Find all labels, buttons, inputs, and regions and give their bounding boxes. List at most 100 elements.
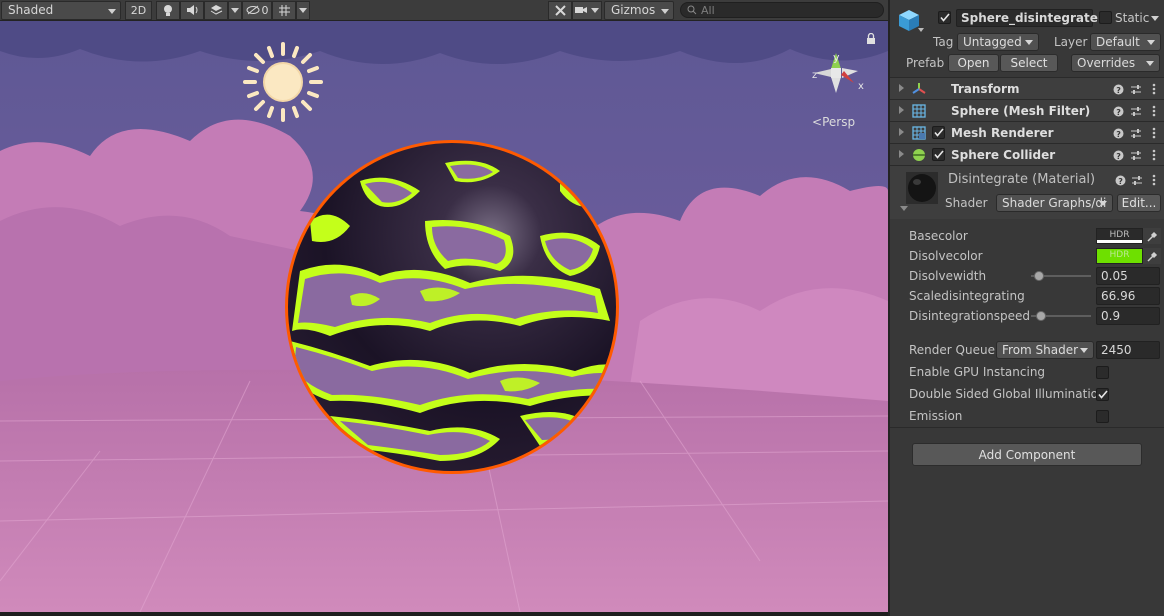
component-header-mesh-filter[interactable]: Sphere (Mesh Filter) ? <box>890 99 1164 121</box>
disolvecolor-swatch[interactable]: HDR <box>1096 248 1143 264</box>
checkmark-icon <box>933 150 944 159</box>
disintegrationspeed-value: 0.9 <box>1101 309 1121 323</box>
hidden-objects-toggle[interactable]: 0 <box>242 0 272 20</box>
layer-value: Default <box>1096 35 1140 49</box>
disintegrating-sphere[interactable] <box>285 140 620 474</box>
kebab-menu-icon[interactable] <box>1148 173 1160 187</box>
svg-text:?: ? <box>1116 152 1121 161</box>
disolvecolor-picker[interactable] <box>1143 248 1161 264</box>
kebab-menu-icon[interactable] <box>1148 126 1160 140</box>
component-header-sphere-collider[interactable]: Sphere Collider ? <box>890 143 1164 165</box>
camera-settings-dropdown[interactable] <box>572 0 602 20</box>
gpu-instancing-checkbox[interactable] <box>1096 366 1109 379</box>
audio-toggle-button[interactable] <box>180 0 204 20</box>
help-icon[interactable]: ? <box>1112 104 1124 118</box>
icon-dropdown-chevron-icon[interactable] <box>918 28 924 32</box>
prefab-open-button[interactable]: Open <box>948 54 999 72</box>
help-icon[interactable]: ? <box>1112 82 1124 96</box>
preset-sliders-icon[interactable] <box>1130 126 1142 140</box>
emission-checkbox[interactable] <box>1096 410 1109 423</box>
checkmark-icon <box>1097 390 1108 399</box>
prefab-select-button[interactable]: Select <box>1000 54 1058 72</box>
directional-light-icon[interactable] <box>243 42 323 122</box>
projection-toggle[interactable]: <Persp <box>812 115 855 129</box>
grid-toggle-button[interactable] <box>272 0 296 20</box>
kebab-menu-icon[interactable] <box>1148 104 1160 118</box>
object-name-text: Sphere_disintegrate <box>961 11 1098 25</box>
help-icon[interactable]: ? <box>1112 148 1124 162</box>
prefab-overrides-dropdown[interactable]: Overrides <box>1071 54 1160 72</box>
shader-edit-label: Edit... <box>1121 196 1157 210</box>
toggle-2d-label: 2D <box>130 3 147 17</box>
effects-toggle-button[interactable] <box>204 0 228 20</box>
preset-sliders-icon[interactable] <box>1130 82 1142 96</box>
disintegrationspeed-slider[interactable] <box>1031 307 1091 325</box>
active-checkbox[interactable] <box>938 11 951 24</box>
basecolor-label: Basecolor <box>909 229 968 243</box>
grid-dropdown[interactable] <box>296 0 310 20</box>
gizmo-center-cube[interactable] <box>831 68 841 78</box>
preset-sliders-icon[interactable] <box>1130 148 1142 162</box>
static-checkbox[interactable] <box>1099 11 1112 24</box>
toggle-2d-button[interactable]: 2D <box>125 0 152 20</box>
static-dropdown-chevron-icon[interactable] <box>1151 16 1159 21</box>
render-queue-label: Render Queue <box>909 343 995 357</box>
object-name-input[interactable]: Sphere_disintegrate <box>956 9 1098 27</box>
foldout-arrow-icon[interactable] <box>899 84 904 92</box>
grid-icon <box>278 4 290 16</box>
material-title: Disintegrate (Material) <box>948 172 1096 187</box>
foldout-arrow-icon[interactable] <box>899 150 904 158</box>
scene-search-input[interactable]: All <box>680 2 884 18</box>
tag-dropdown[interactable]: Untagged <box>957 33 1039 51</box>
basecolor-swatch[interactable]: HDR <box>1096 228 1143 244</box>
effects-layers-icon <box>210 5 222 15</box>
mesh-renderer-enabled-checkbox[interactable] <box>932 126 945 139</box>
kebab-menu-icon[interactable] <box>1148 82 1160 96</box>
preset-sliders-icon[interactable] <box>1130 104 1142 118</box>
tools-icon <box>554 4 566 16</box>
sphere-collider-enabled-checkbox[interactable] <box>932 148 945 161</box>
gizmos-dropdown[interactable]: Gizmos <box>604 0 674 20</box>
help-icon[interactable]: ? <box>1112 126 1124 140</box>
effects-dropdown[interactable] <box>228 0 242 20</box>
render-queue-input[interactable]: 2450 <box>1096 341 1160 359</box>
component-name: Sphere (Mesh Filter) <box>951 104 1091 118</box>
basecolor-picker[interactable] <box>1143 228 1161 244</box>
component-header-mesh-renderer[interactable]: Mesh Renderer ? <box>890 121 1164 143</box>
chevron-down-icon <box>1080 348 1088 353</box>
scaledisintegrating-input[interactable]: 66.96 <box>1096 287 1160 305</box>
add-component-button[interactable]: Add Component <box>912 443 1142 466</box>
prefab-select-label: Select <box>1010 56 1048 70</box>
component-header-transform[interactable]: Transform ? <box>890 77 1164 99</box>
disintegrationspeed-input[interactable]: 0.9 <box>1096 307 1160 325</box>
foldout-arrow-icon[interactable] <box>899 128 904 136</box>
foldout-arrow-icon[interactable] <box>899 106 904 114</box>
shader-dropdown[interactable]: Shader Graphs/di <box>996 194 1113 212</box>
scene-viewport[interactable]: y z x <box>0 21 888 612</box>
disolvewidth-slider[interactable] <box>1031 267 1091 285</box>
material-preview-sphere <box>906 172 938 204</box>
scene-view[interactable]: Shaded 2D 0 Gizmos All y z x <Persp <box>0 0 888 616</box>
render-queue-dropdown[interactable]: From Shader <box>996 341 1094 359</box>
scene-tools-button[interactable] <box>548 0 572 20</box>
disolvewidth-input[interactable]: 0.05 <box>1096 267 1160 285</box>
shader-edit-button[interactable]: Edit... <box>1117 194 1161 212</box>
preset-sliders-icon[interactable] <box>1131 173 1143 187</box>
material-foldout-icon[interactable] <box>900 206 908 211</box>
eyedropper-icon <box>1146 231 1157 242</box>
scaledisintegrating-value: 66.96 <box>1101 289 1136 303</box>
render-queue-mode: From Shader <box>1002 343 1079 357</box>
lighting-toggle-button[interactable] <box>156 0 180 20</box>
slider-thumb[interactable] <box>1034 271 1044 281</box>
lock-icon[interactable] <box>866 33 876 44</box>
layer-dropdown[interactable]: Default <box>1090 33 1161 51</box>
kebab-menu-icon[interactable] <box>1148 148 1160 162</box>
gameobject-cube-icon <box>899 10 919 31</box>
double-sided-gi-checkbox[interactable] <box>1096 388 1109 401</box>
shading-mode-dropdown[interactable]: Shaded <box>1 0 121 20</box>
help-icon[interactable]: ? <box>1114 173 1126 187</box>
double-sided-gi-label: Double Sided Global Illumination <box>909 387 1106 401</box>
basecolor-fill <box>1097 240 1142 243</box>
slider-thumb[interactable] <box>1036 311 1046 321</box>
shader-label: Shader <box>945 196 988 210</box>
